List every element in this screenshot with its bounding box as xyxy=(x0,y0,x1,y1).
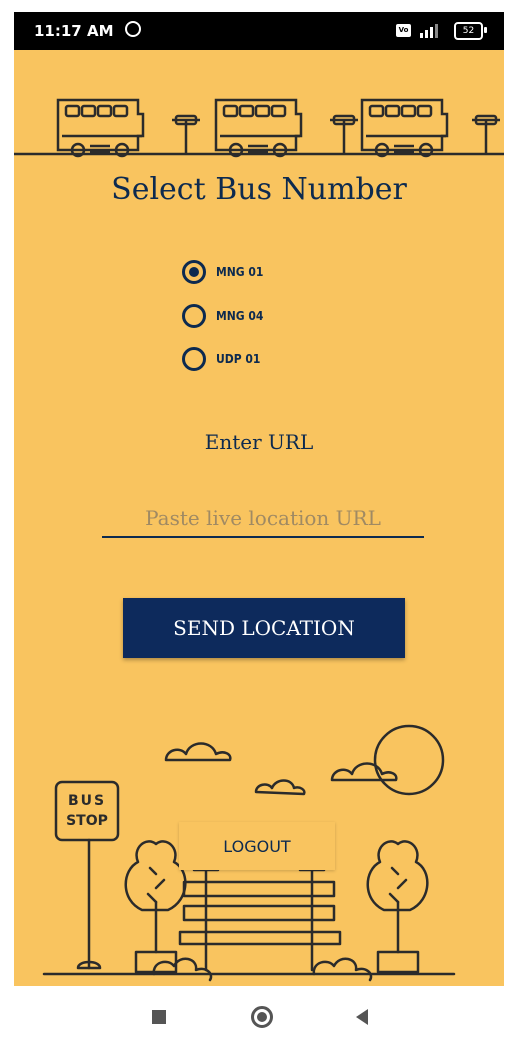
radio-option-mng-04[interactable]: MNG 04 xyxy=(182,304,263,328)
svg-text:STOP: STOP xyxy=(66,813,108,829)
alarm-icon xyxy=(125,21,141,37)
radio-label: MNG 01 xyxy=(216,265,264,279)
radio-option-udp-01[interactable]: UDP 01 xyxy=(182,347,260,371)
radio-button-selected[interactable] xyxy=(182,260,206,284)
page-title: Select Bus Number xyxy=(111,172,407,207)
status-time: 11:17 AM xyxy=(34,22,114,40)
url-label: Enter URL xyxy=(204,430,314,454)
cloud-icon xyxy=(254,779,306,796)
radio-option-mng-01[interactable]: MNG 01 xyxy=(182,260,263,284)
radio-button[interactable] xyxy=(182,347,206,371)
status-bar: 11:17 AM Vo 52 xyxy=(14,12,504,50)
sun-icon xyxy=(373,724,445,796)
cloud-icon xyxy=(330,762,398,782)
cloud-icon xyxy=(164,742,232,762)
radio-label: UDP 01 xyxy=(216,352,261,366)
recents-icon[interactable] xyxy=(152,1010,166,1024)
volte-icon: Vo xyxy=(396,24,411,37)
logout-button[interactable]: LOGOUT xyxy=(179,822,335,870)
signal-icon xyxy=(420,24,438,38)
battery-tip xyxy=(484,27,487,33)
bus-row-illustration xyxy=(14,98,504,158)
svg-text:BUS: BUS xyxy=(68,793,106,809)
app-screen: 11:17 AM Vo 52 Select Bus Number MNG 01 … xyxy=(14,12,504,1045)
system-nav-bar xyxy=(14,986,504,1045)
home-icon[interactable] xyxy=(251,1006,273,1028)
url-input[interactable] xyxy=(102,500,424,538)
radio-label: MNG 04 xyxy=(216,309,264,323)
send-location-button[interactable]: SEND LOCATION xyxy=(123,598,405,658)
back-icon[interactable] xyxy=(356,1009,368,1025)
radio-button[interactable] xyxy=(182,304,206,328)
battery-icon: 52 xyxy=(454,22,483,40)
